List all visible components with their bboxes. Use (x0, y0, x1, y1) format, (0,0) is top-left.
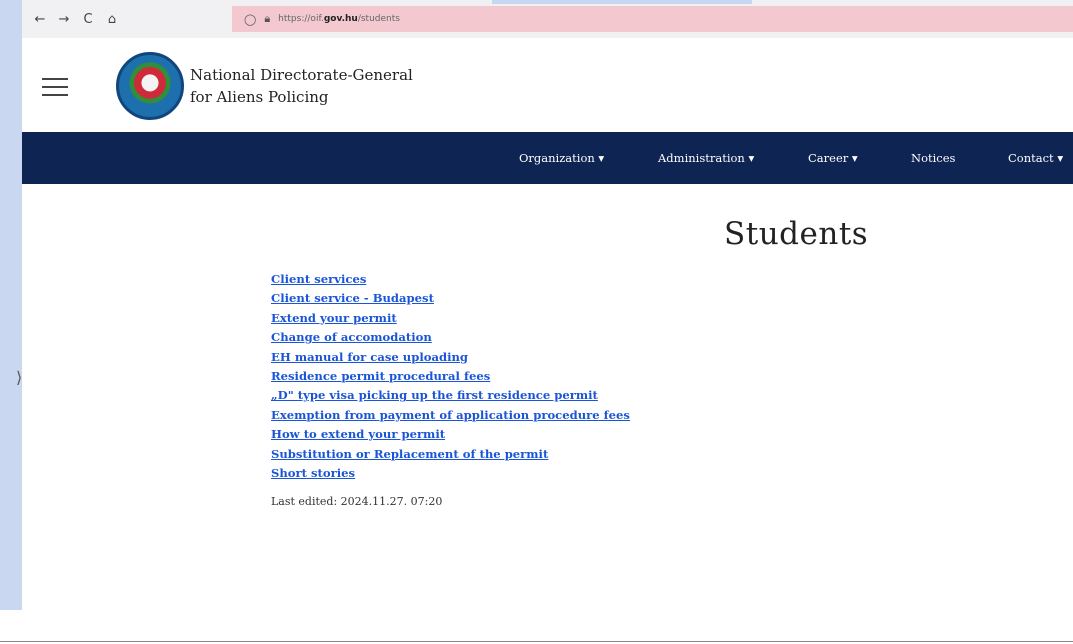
link-extend-your-permit[interactable]: Extend your permit (271, 309, 630, 328)
student-links-list: Client services Client service - Budapes… (271, 270, 630, 483)
lock-icon: 🔒︎ (264, 12, 271, 25)
nav-item-notices[interactable]: Notices (911, 151, 955, 165)
left-edge-glyph: ⟩ (16, 368, 23, 387)
site-title[interactable]: National Directorate-General for Aliens … (190, 64, 413, 108)
link-d-type-visa[interactable]: „D" type visa picking up the first resid… (271, 386, 630, 405)
left-side-panel-lower (0, 610, 22, 644)
link-substitution-replacement[interactable]: Substitution or Replacement of the permi… (271, 445, 630, 464)
reload-icon[interactable]: C (76, 12, 100, 27)
main-nav: Organization ▾ Administration ▾ Career ▾… (22, 132, 1073, 184)
url-prefix: https://oif. (278, 14, 324, 24)
last-edited: Last edited: 2024.11.27. 07:20 (271, 495, 443, 508)
nav-item-administration[interactable]: Administration ▾ (658, 151, 754, 165)
forward-arrow-icon[interactable]: → (52, 12, 76, 27)
site-title-line1: National Directorate-General (190, 66, 413, 84)
left-side-panel (0, 0, 22, 610)
menu-hamburger-icon[interactable] (42, 78, 68, 96)
shield-icon: ◯ (244, 12, 257, 26)
address-bar[interactable]: ◯ 🔒︎ https://oif. gov.hu/students (232, 6, 1073, 32)
nav-item-organization[interactable]: Organization ▾ (519, 151, 604, 165)
page-title: Students (724, 216, 869, 252)
link-residence-permit-fees[interactable]: Residence permit procedural fees (271, 367, 630, 386)
back-arrow-icon[interactable]: ← (28, 12, 52, 27)
site-header: National Directorate-General for Aliens … (22, 38, 1073, 132)
nav-item-career[interactable]: Career ▾ (808, 151, 858, 165)
home-icon[interactable]: ⌂ (100, 12, 124, 27)
link-how-to-extend-permit[interactable]: How to extend your permit (271, 425, 630, 444)
police-emblem-logo[interactable] (116, 52, 184, 120)
nav-item-contact[interactable]: Contact ▾ (1008, 151, 1063, 165)
tab-strip-accent (492, 0, 752, 4)
footer-divider (0, 641, 1073, 642)
browser-toolbar: ← → C ⌂ ◯ 🔒︎ https://oif. gov.hu/students (22, 0, 1073, 38)
link-change-of-accomodation[interactable]: Change of accomodation (271, 328, 630, 347)
link-client-services[interactable]: Client services (271, 270, 630, 289)
site-title-line2: for Aliens Policing (190, 88, 329, 106)
url-host: gov.hu (323, 14, 358, 24)
link-exemption-from-payment[interactable]: Exemption from payment of application pr… (271, 406, 630, 425)
link-short-stories[interactable]: Short stories (271, 464, 630, 483)
link-eh-manual[interactable]: EH manual for case uploading (271, 348, 630, 367)
link-client-service-budapest[interactable]: Client service - Budapest (271, 289, 630, 308)
url-path: /students (357, 14, 400, 24)
